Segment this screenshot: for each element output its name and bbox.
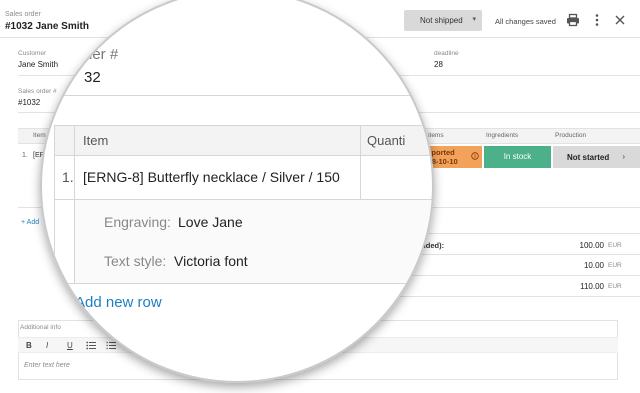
item-options-panel xyxy=(75,200,432,283)
deadline-field[interactable]: 28 xyxy=(434,60,443,69)
chevron-right-icon: › xyxy=(622,152,625,161)
deadline-label: deadline xyxy=(434,50,459,57)
magnified-item-name[interactable]: [ERNG-8] Butterfly necklace / Silver / 1… xyxy=(83,169,340,185)
magnified-row-number: 1. xyxy=(62,169,74,185)
col-production: Production xyxy=(555,132,587,139)
subtotal-currency: EUR xyxy=(608,242,622,249)
print-icon[interactable] xyxy=(566,13,580,27)
col-ingredients: Ingredients xyxy=(486,132,519,139)
row-number: 1. xyxy=(22,152,28,159)
tax-value: 10.00 xyxy=(583,261,604,270)
save-status-text: All changes saved xyxy=(495,17,556,26)
total-currency: EUR xyxy=(608,283,622,290)
add-new-row-link[interactable]: Add new row xyxy=(75,294,162,311)
production-status-label: Not started xyxy=(567,153,610,162)
production-status[interactable]: Not started › xyxy=(553,146,640,168)
magnified-content: der # 32 Item Quanti 1. [ERNG-8] Butterf… xyxy=(42,2,432,381)
divider xyxy=(42,95,422,96)
ingredients-status[interactable]: In stock xyxy=(484,146,551,168)
magnified-order-value: 32 xyxy=(84,69,101,86)
magnified-col-item: Item xyxy=(83,133,109,148)
order-number-field[interactable]: #1032 xyxy=(18,98,40,107)
magnified-col-quantity: Quanti xyxy=(367,133,406,148)
caret-down-icon: ▾ xyxy=(472,16,476,23)
engraving-value[interactable]: Love Jane xyxy=(178,214,243,230)
magnifier-lens: der # 32 Item Quanti 1. [ERNG-8] Butterf… xyxy=(40,0,434,383)
divider xyxy=(360,125,361,200)
divider xyxy=(54,125,55,283)
total-value: 110.00 xyxy=(580,282,604,291)
info-icon[interactable] xyxy=(471,152,479,160)
subtotal-value: 100.00 xyxy=(579,241,604,250)
divider xyxy=(54,283,432,284)
text-style-label: Text style: xyxy=(104,253,167,269)
tax-currency: EUR xyxy=(608,262,622,269)
add-row-link[interactable]: + Add xyxy=(21,219,39,226)
engraving-label: Engraving: xyxy=(104,214,171,230)
bold-button[interactable]: B xyxy=(26,341,32,350)
close-icon[interactable] xyxy=(613,13,627,27)
header-caption: Sales order xyxy=(5,11,41,18)
magnified-order-label: der # xyxy=(84,46,119,63)
more-options-icon[interactable] xyxy=(590,13,604,27)
text-style-value[interactable]: Victoria font xyxy=(174,253,248,269)
